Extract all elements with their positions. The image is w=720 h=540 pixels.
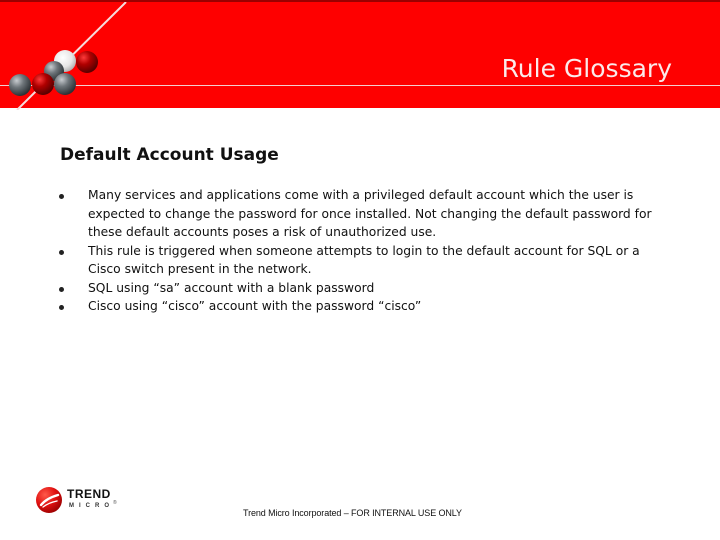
sphere-gray-right	[54, 73, 76, 95]
bullet-item: Cisco using “cisco” account with the pas…	[52, 297, 672, 316]
bullet-item: SQL using “sa” account with a blank pass…	[52, 279, 672, 298]
trend-micro-logo: TREND MICRO ®	[35, 485, 125, 517]
bullet-text: Cisco using “cisco” account with the pas…	[88, 299, 422, 313]
bullet-icon	[59, 305, 64, 310]
bullet-icon	[59, 194, 64, 199]
logo-text-micro: MICRO	[69, 503, 114, 509]
bullet-item: This rule is triggered when someone atte…	[52, 242, 672, 279]
bullet-text: Many services and applications come with…	[88, 188, 652, 239]
sphere-red-center	[32, 73, 54, 95]
section-title: Default Account Usage	[60, 145, 279, 165]
sphere-gray-left	[9, 74, 31, 96]
slide: Rule Glossary Default Account Usage Many…	[0, 0, 720, 540]
footer-notice: Trend Micro Incorporated – FOR INTERNAL …	[243, 508, 462, 518]
bullet-text: SQL using “sa” account with a blank pass…	[88, 280, 375, 295]
trend-micro-logo-icon	[36, 487, 62, 513]
bullet-list: Many services and applications come with…	[52, 186, 672, 316]
registered-mark: ®	[113, 500, 117, 506]
logo-text-trend: TREND	[67, 487, 111, 501]
bullet-icon	[59, 286, 64, 292]
bullet-icon	[59, 249, 64, 255]
molecule-icon	[9, 2, 127, 110]
header-bar: Rule Glossary	[0, 0, 720, 110]
sphere-red-right	[76, 51, 98, 73]
page-title: Rule Glossary	[501, 54, 672, 83]
bullet-item: Many services and applications come with…	[52, 186, 672, 242]
bullet-text: This rule is triggered when someone atte…	[88, 243, 640, 277]
